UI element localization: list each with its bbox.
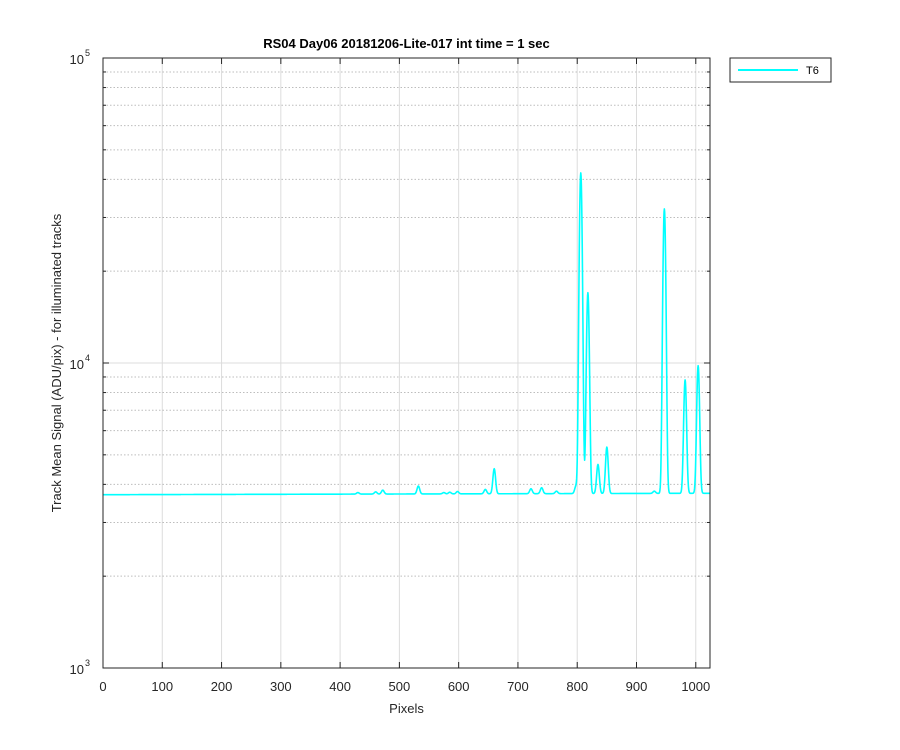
x-tick-label: 1000 xyxy=(681,679,710,694)
chart-canvas: 0 100 200 300 400 500 600 700 800 900 100010 310 410… xyxy=(0,0,900,750)
y-tick-label: 10 xyxy=(70,662,84,677)
x-tick-label: 300 xyxy=(270,679,292,694)
x-tick-label: 900 xyxy=(626,679,648,694)
y-tick-exponent: 3 xyxy=(85,658,90,668)
legend: T6 xyxy=(729,57,832,83)
x-tick-label: 500 xyxy=(389,679,411,694)
y-axis-label: Track Mean Signal (ADU/pix) - for illumi… xyxy=(49,213,64,512)
x-tick-label: 0 xyxy=(99,679,106,694)
legend-label: T6 xyxy=(806,65,819,77)
y-tick-label: 10 xyxy=(70,52,84,67)
x-tick-label: 200 xyxy=(211,679,233,694)
x-tick-label: 400 xyxy=(329,679,351,694)
y-tick-label: 10 xyxy=(70,357,84,372)
chart-title: RS04 Day06 20181206-Lite-017 int time = … xyxy=(263,36,550,51)
x-axis-label: Pixels xyxy=(389,701,424,716)
y-tick-exponent: 4 xyxy=(85,353,90,363)
y-tick-exponent: 5 xyxy=(85,48,90,58)
x-tick-label: 700 xyxy=(507,679,529,694)
x-tick-label: 600 xyxy=(448,679,470,694)
x-tick-label: 100 xyxy=(151,679,173,694)
x-tick-label: 800 xyxy=(566,679,588,694)
